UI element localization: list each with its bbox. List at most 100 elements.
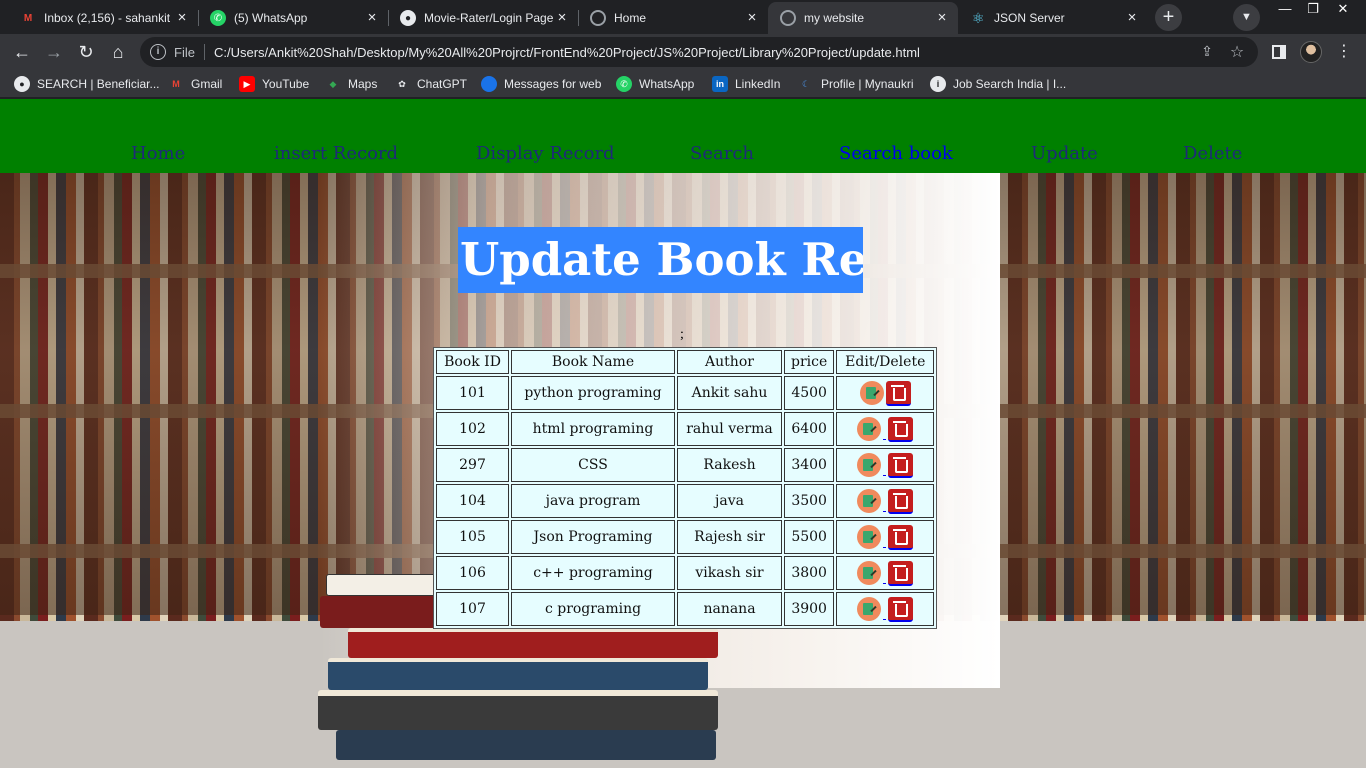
github-icon: ● xyxy=(400,10,416,26)
actions-cell xyxy=(836,448,935,482)
nav-delete[interactable]: Delete xyxy=(1183,143,1242,164)
tab-label: Movie-Rater/Login Page xyxy=(424,11,554,25)
nav-search-book[interactable]: Search book xyxy=(839,143,953,164)
column-header: price xyxy=(784,350,835,374)
table-row: 102 html programing rahul verma 6400 xyxy=(436,412,935,446)
reload-icon[interactable]: ↻ xyxy=(72,38,100,66)
bookmark-label: Profile | Mynaukri xyxy=(821,77,914,91)
minimize-icon[interactable]: — xyxy=(1270,0,1300,20)
close-icon[interactable]: × xyxy=(934,10,950,26)
book-id-cell: 105 xyxy=(436,520,509,554)
table-row: 101 python programing Ankit sahu 4500 xyxy=(436,376,935,410)
actions-cell xyxy=(836,484,935,518)
bookmark-item[interactable]: ● SEARCH | Beneficiar... xyxy=(14,76,160,92)
bookmark-label: Gmail xyxy=(191,77,223,91)
edit-icon[interactable] xyxy=(857,453,882,477)
book-id-cell: 107 xyxy=(436,592,509,626)
whatsapp-icon: ✆ xyxy=(616,76,632,92)
book-id-cell: 106 xyxy=(436,556,509,590)
page-content: Home insert Record Display Record Search… xyxy=(0,99,1366,768)
book-name-cell: c programing xyxy=(511,592,675,626)
nav-insert-record[interactable]: insert Record xyxy=(274,143,398,164)
actions-cell xyxy=(836,520,935,554)
delete-icon[interactable] xyxy=(888,524,914,550)
books-table: Book ID Book Name Author price Edit/Dele… xyxy=(433,347,938,629)
delete-icon[interactable] xyxy=(888,560,914,586)
book-name-cell: c++ programing xyxy=(511,556,675,590)
bookmark-label: WhatsApp xyxy=(639,77,695,91)
gmail-icon: M xyxy=(23,12,33,24)
nav-display-record[interactable]: Display Record xyxy=(476,143,615,164)
globe-icon xyxy=(780,10,796,26)
delete-icon[interactable] xyxy=(888,488,914,514)
column-header: Author xyxy=(677,350,782,374)
tab-github[interactable]: ● Movie-Rater/Login Page × xyxy=(388,2,578,34)
price-cell: 3500 xyxy=(784,484,835,518)
tab-label: Inbox (2,156) - sahankit xyxy=(44,11,171,25)
bookmark-star-icon[interactable]: ☆ xyxy=(1228,42,1246,61)
nav-update[interactable]: Update xyxy=(1031,143,1098,164)
bookmark-item[interactable]: ☾ Profile | Mynaukri xyxy=(798,76,914,92)
edit-icon[interactable] xyxy=(859,381,884,405)
home-icon[interactable]: ⌂ xyxy=(104,38,132,66)
delete-icon[interactable] xyxy=(888,596,914,622)
tab-my-website[interactable]: my website × xyxy=(768,2,958,34)
close-icon[interactable]: × xyxy=(174,10,190,26)
price-cell: 5500 xyxy=(784,520,835,554)
bookmark-item[interactable]: Messages for web xyxy=(481,76,601,92)
delete-icon[interactable] xyxy=(888,452,914,478)
edit-icon[interactable] xyxy=(857,489,882,513)
delete-icon[interactable] xyxy=(888,416,914,442)
delete-icon[interactable] xyxy=(885,380,911,406)
edit-icon[interactable] xyxy=(857,561,882,585)
share-icon[interactable]: ⇪ xyxy=(1198,43,1216,61)
actions-cell xyxy=(836,592,935,626)
link-underline xyxy=(883,608,887,620)
book xyxy=(336,730,716,760)
link-underline xyxy=(883,428,887,440)
side-panel-icon[interactable] xyxy=(1272,45,1286,59)
table-header-row: Book ID Book Name Author price Edit/Dele… xyxy=(436,350,935,374)
site-navbar: Home insert Record Display Record Search… xyxy=(0,99,1366,173)
info-icon[interactable]: i xyxy=(150,44,166,60)
avatar[interactable] xyxy=(1300,41,1322,63)
restore-icon[interactable]: ❐ xyxy=(1298,0,1328,20)
gmail-icon: M xyxy=(172,79,180,89)
globe-icon xyxy=(590,10,606,26)
bookmark-item[interactable]: ✿ ChatGPT xyxy=(394,76,467,92)
bookmark-label: Maps xyxy=(348,77,378,91)
tab-gmail[interactable]: M Inbox (2,156) - sahankit × xyxy=(8,2,198,34)
close-icon[interactable]: × xyxy=(1124,10,1140,26)
new-tab-button[interactable]: + xyxy=(1155,4,1182,31)
chatgpt-icon: ✿ xyxy=(398,78,406,89)
close-icon[interactable]: × xyxy=(554,10,570,26)
url-text[interactable]: C:/Users/Ankit%20Shah/Desktop/My%20All%2… xyxy=(214,45,920,60)
stray-text: ; xyxy=(680,327,684,342)
price-cell: 3800 xyxy=(784,556,835,590)
bookmark-item[interactable]: in LinkedIn xyxy=(712,76,780,92)
tab-home[interactable]: Home × xyxy=(578,2,768,34)
tab-whatsapp[interactable]: ✆ (5) WhatsApp × xyxy=(198,2,388,34)
address-bar[interactable]: i File C:/Users/Ankit%20Shah/Desktop/My%… xyxy=(140,37,1258,67)
tab-json-server[interactable]: ⚛ JSON Server × xyxy=(958,2,1148,34)
bookmark-item[interactable]: M Gmail xyxy=(168,76,222,92)
back-icon[interactable]: ← xyxy=(8,38,36,66)
column-header: Book ID xyxy=(436,350,509,374)
edit-icon[interactable] xyxy=(857,597,882,621)
bookmark-item[interactable]: ▶ YouTube xyxy=(239,76,309,92)
nav-search[interactable]: Search xyxy=(690,143,754,164)
bookmark-item[interactable]: ✆ WhatsApp xyxy=(616,76,694,92)
author-cell: vikash sir xyxy=(677,556,782,590)
bookmark-item[interactable]: i Job Search India | I... xyxy=(930,76,1066,92)
window-close-icon[interactable]: ✕ xyxy=(1328,0,1358,20)
forward-icon[interactable]: → xyxy=(40,38,68,66)
edit-icon[interactable] xyxy=(857,525,882,549)
menu-icon[interactable]: ⋮ xyxy=(1336,40,1352,64)
edit-icon[interactable] xyxy=(857,417,882,441)
close-icon[interactable]: × xyxy=(364,10,380,26)
tab-search-icon[interactable]: ▼ xyxy=(1233,4,1260,31)
nav-home[interactable]: Home xyxy=(131,143,185,164)
close-icon[interactable]: × xyxy=(744,10,760,26)
bookmark-item[interactable]: ◆ Maps xyxy=(325,76,378,92)
page-title: Update Book Recor xyxy=(458,227,863,293)
